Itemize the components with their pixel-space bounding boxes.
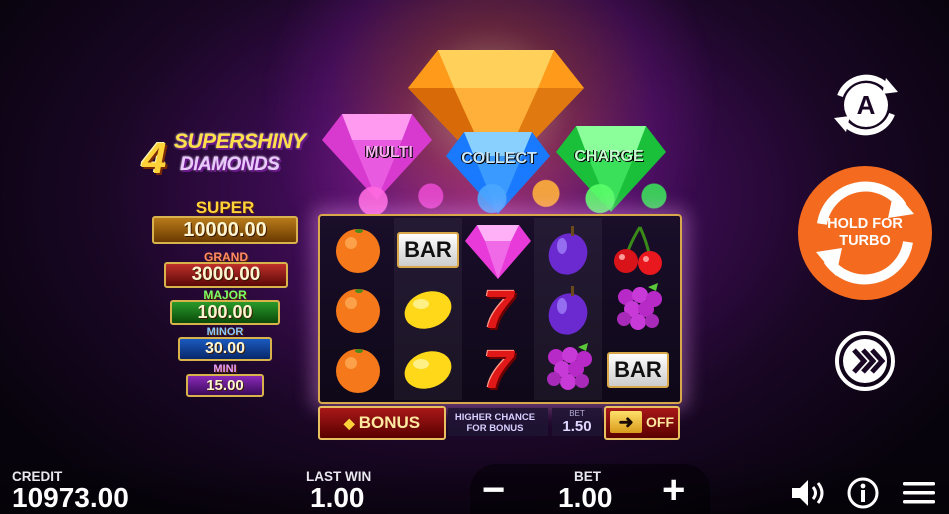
orange-icon bbox=[336, 289, 380, 333]
reel-5: BAR bbox=[604, 218, 672, 400]
arrow-right-icon: ➜ bbox=[610, 411, 642, 433]
jackpot-grand-value: 3000.00 bbox=[164, 262, 288, 288]
jackpot-mini-name: MINI bbox=[213, 363, 237, 375]
logo-line2: DIAMONDS bbox=[180, 154, 280, 175]
last-win-value: 1.00 bbox=[310, 482, 365, 513]
seven-symbol: 7 bbox=[464, 340, 532, 400]
bonus-bet: BET 1.50 bbox=[552, 408, 602, 436]
reel-4 bbox=[534, 218, 602, 400]
turbo-label: HOLD FOR TURBO bbox=[798, 216, 932, 250]
jackpot-super-value: 10000.00 bbox=[152, 216, 298, 244]
plum-icon bbox=[548, 286, 588, 335]
bar-label: BAR bbox=[397, 232, 459, 268]
jackpot-mini-value: 15.00 bbox=[186, 374, 264, 397]
turbo-line1: HOLD FOR bbox=[827, 216, 903, 232]
higher-chance-line2: FOR BONUS bbox=[466, 423, 524, 434]
orange-symbol bbox=[324, 280, 392, 340]
plum-symbol bbox=[534, 280, 602, 340]
seven-label: 7 bbox=[482, 280, 514, 340]
bar-symbol: BAR bbox=[604, 340, 672, 400]
jackpot-major-value: 100.00 bbox=[170, 300, 280, 325]
bonus-bet-value: 1.50 bbox=[562, 418, 592, 435]
diamond-small-icon: ◆ bbox=[343, 414, 355, 431]
jackpot-super-name: SUPER bbox=[195, 198, 255, 217]
jackpot-major: MAJOR 100.00 bbox=[170, 288, 280, 325]
orange-icon bbox=[336, 229, 380, 273]
lemon-symbol bbox=[394, 280, 462, 340]
bar-symbol: BAR bbox=[394, 220, 462, 280]
toggle-state-label: OFF bbox=[646, 414, 674, 430]
bonus-button-label: BONUS bbox=[358, 413, 421, 432]
turbo-line2: TURBO bbox=[839, 233, 891, 249]
grapes-icon bbox=[547, 343, 592, 390]
lemon-icon bbox=[404, 291, 452, 329]
plum-symbol bbox=[534, 220, 602, 280]
jackpot-mini: MINI 15.00 bbox=[186, 364, 264, 397]
seven-label: 7 bbox=[482, 340, 514, 400]
collect-label: COLLECT bbox=[461, 150, 537, 167]
plum-icon bbox=[548, 226, 588, 275]
orange-icon bbox=[336, 349, 380, 393]
decrease-bet-button[interactable]: − bbox=[482, 470, 505, 510]
menu-icon[interactable] bbox=[902, 480, 936, 506]
orange-symbol bbox=[324, 220, 392, 280]
jackpot-super: SUPER 10000.00 bbox=[152, 198, 298, 244]
logo-line1: SUPERSHINY bbox=[174, 130, 306, 153]
higher-chance-info: HIGHER CHANCE FOR BONUS bbox=[448, 408, 548, 436]
jackpot-minor-name: MINOR bbox=[206, 326, 244, 338]
logo-number: 4 bbox=[142, 134, 167, 183]
reel-2: BAR bbox=[394, 218, 462, 400]
bar-label: BAR bbox=[607, 352, 669, 388]
multi-label: MULTI bbox=[365, 144, 413, 161]
increase-bet-button[interactable]: + bbox=[662, 470, 685, 510]
diamond-symbol bbox=[464, 220, 532, 280]
seven-symbol: 7 bbox=[464, 280, 532, 340]
cherry-symbol bbox=[604, 220, 672, 280]
reels-frame: BAR 7 7 BAR bbox=[318, 214, 682, 404]
grapes-symbol bbox=[604, 280, 672, 340]
bonus-button[interactable]: ◆ BONUS bbox=[318, 406, 446, 440]
orange-symbol bbox=[324, 340, 392, 400]
higher-chance-line1: HIGHER CHANCE bbox=[454, 412, 536, 423]
jackpot-minor-value: 30.00 bbox=[178, 337, 272, 361]
jackpot-minor: MINOR 30.00 bbox=[178, 327, 272, 361]
bet-value: 1.00 bbox=[558, 482, 613, 513]
fast-forward-icon[interactable] bbox=[834, 330, 896, 392]
jackpot-grand: GRAND 3000.00 bbox=[164, 250, 288, 288]
grapes-icon bbox=[617, 283, 662, 330]
pink-diamond-icon bbox=[465, 225, 531, 279]
grapes-symbol bbox=[534, 340, 602, 400]
jackpot-grand-name: GRAND bbox=[204, 250, 248, 264]
info-icon[interactable] bbox=[846, 476, 880, 510]
autoplay-letter: A bbox=[857, 90, 876, 120]
charge-label: CHARGE bbox=[574, 148, 644, 165]
cherry-icon bbox=[614, 226, 662, 275]
autoplay-icon[interactable]: A bbox=[830, 74, 902, 136]
lemon-symbol bbox=[394, 340, 462, 400]
reel-1 bbox=[324, 218, 392, 400]
higher-chance-toggle[interactable]: ➜ OFF bbox=[604, 406, 680, 440]
game-logo: 4 SUPERSHINY DIAMONDS bbox=[140, 126, 310, 186]
sound-icon[interactable] bbox=[790, 478, 828, 508]
reel-3: 7 7 bbox=[464, 218, 532, 400]
jackpot-major-name: MAJOR bbox=[203, 288, 247, 302]
credit-value: 10973.00 bbox=[12, 482, 129, 513]
lemon-icon bbox=[404, 351, 452, 389]
